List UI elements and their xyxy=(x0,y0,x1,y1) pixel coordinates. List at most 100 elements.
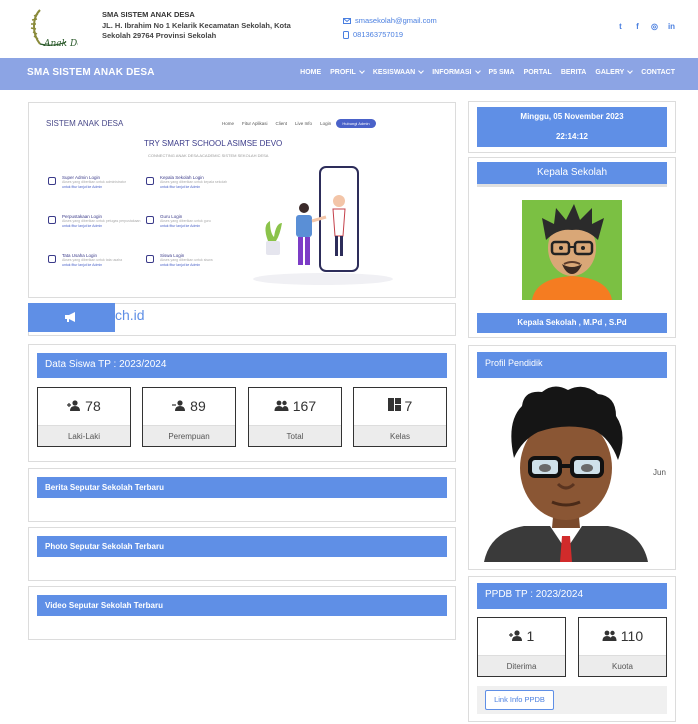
hero-nav: Home Fitur Aplikasi Client Live Info Log… xyxy=(222,121,331,126)
video-title: Video Seputar Sekolah Terbaru xyxy=(37,595,447,616)
phone-row[interactable]: 081363757019 xyxy=(343,28,437,42)
users-icon xyxy=(602,630,617,641)
hero-nav-item: Live Info xyxy=(295,121,313,126)
user-minus-icon xyxy=(172,400,186,411)
hero-item: Super Admin Login Akses yang diberikan un… xyxy=(62,175,127,189)
stat-kuota: 110 Kuota xyxy=(578,617,667,677)
linkedin-icon[interactable]: in xyxy=(667,22,676,31)
facebook-icon[interactable]: f xyxy=(633,22,642,31)
hero-image: SISTEM ANAK DESA Home Fitur Aplikasi Cli… xyxy=(38,111,448,291)
chevron-down-icon xyxy=(358,68,365,74)
stat-label: Diterima xyxy=(478,655,565,676)
datetime-display: Minggu, 05 November 2023 22:14:12 xyxy=(477,107,667,147)
stat-value: 7 xyxy=(354,398,446,414)
stat-total: 167 Total xyxy=(248,387,342,447)
student-icon xyxy=(146,255,154,263)
nav-item-p5-sma[interactable]: P5 SMA xyxy=(489,69,515,76)
kepala-sekolah-avatar[interactable] xyxy=(522,200,622,300)
hero-nav-item: Client xyxy=(275,121,288,126)
email-text: smasekolah@gmail.com xyxy=(355,16,437,25)
chevron-down-icon xyxy=(627,68,634,74)
email-row[interactable]: smasekolah@gmail.com xyxy=(343,14,437,28)
school-info: SMA SISTEM ANAK DESA JL. H. Ibrahim No 1… xyxy=(102,10,292,42)
hero-subtitle: CONNECTING ANAK DESA ACADEMIC SISTEM SEK… xyxy=(148,153,269,158)
nav-item-berita[interactable]: BERITA xyxy=(561,69,587,76)
hero-brand: SISTEM ANAK DESA xyxy=(46,119,124,128)
users-icon xyxy=(274,400,289,411)
announcement-text[interactable]: ch.id xyxy=(115,307,145,323)
svg-text:Anak Desa: Anak Desa xyxy=(43,39,78,49)
user-icon xyxy=(146,177,154,185)
contact-info: smasekolah@gmail.com 081363757019 xyxy=(343,14,437,42)
data-siswa-title: Data Siswa TP : 2023/2024 xyxy=(37,353,447,378)
teacher-icon xyxy=(146,216,154,224)
site-header: Anak Desa SMA SISTEM ANAK DESA JL. H. Ib… xyxy=(0,0,698,58)
hero-slider[interactable]: SISTEM ANAK DESA Home Fitur Aplikasi Cli… xyxy=(28,102,456,298)
current-time: 22:14:12 xyxy=(555,132,589,141)
stat-label: Total xyxy=(249,425,341,446)
stat-diterima: 1 Diterima xyxy=(477,617,566,677)
school-name: SMA SISTEM ANAK DESA xyxy=(102,10,195,19)
grid-icon xyxy=(387,398,401,411)
instagram-icon[interactable]: ◎ xyxy=(650,22,659,31)
profil-pendidik-title: Profil Pendidik xyxy=(477,352,667,378)
stat-label: Kelas xyxy=(354,425,446,446)
stat-value: 110 xyxy=(579,628,666,644)
social-links: t f ◎ in xyxy=(616,22,676,31)
main-navbar: SMA SISTEM ANAK DESA HOME PROFIL KESISWA… xyxy=(0,58,698,90)
hero-item: Tata Usaha Login Akses yang diberikan unt… xyxy=(62,253,123,267)
hero-nav-item: Fitur Aplikasi xyxy=(242,121,268,126)
book-icon xyxy=(48,216,56,224)
kepala-sekolah-title: Kepala Sekolah xyxy=(477,162,667,187)
chevron-down-icon xyxy=(474,68,481,74)
current-date: Minggu, 05 November 2023 xyxy=(520,112,624,121)
photo-title: Photo Seputar Sekolah Terbaru xyxy=(37,536,447,557)
nav-item-kesiswaan[interactable]: KESISWAAN xyxy=(373,68,425,76)
profil-pendidik-avatar[interactable] xyxy=(484,386,648,562)
stat-value: 89 xyxy=(143,398,235,414)
ppdb-link-button[interactable]: Link Info PPDB xyxy=(485,690,554,710)
hero-cta: Hubungi Admin xyxy=(336,119,376,128)
stat-value: 167 xyxy=(249,398,341,414)
ppdb-title: PPDB TP : 2023/2024 xyxy=(477,583,667,609)
stat-laki-laki: 78 Laki-Laki xyxy=(37,387,131,447)
nav-item-contact[interactable]: CONTACT xyxy=(641,69,675,76)
hero-illustration xyxy=(253,166,393,285)
megaphone-icon xyxy=(65,312,75,322)
hero-item: Perpustakaan Login Akses yang diberikan u… xyxy=(62,214,141,228)
shield-icon xyxy=(48,177,56,185)
school-logo[interactable]: Anak Desa xyxy=(26,4,78,54)
nav-menu: HOME PROFIL KESISWAAN INFORMASI P5 SMA P… xyxy=(300,68,675,76)
nav-item-home[interactable]: HOME xyxy=(300,69,321,76)
user-plus-icon xyxy=(508,630,522,641)
mail-icon xyxy=(343,18,351,24)
announcement-label xyxy=(28,303,115,332)
stat-label: Kuota xyxy=(579,655,666,676)
phone-icon xyxy=(343,31,349,39)
hero-headline: TRY SMART SCHOOL ASIMSE DEVO xyxy=(144,139,283,148)
stat-value: 1 xyxy=(478,628,565,644)
hero-nav-item: Login xyxy=(320,121,332,126)
navbar-brand[interactable]: SMA SISTEM ANAK DESA xyxy=(27,67,155,78)
stat-value: 78 xyxy=(38,398,130,414)
nav-item-galery[interactable]: GALERY xyxy=(595,68,634,76)
user-plus-icon xyxy=(67,400,81,411)
nav-item-profil[interactable]: PROFIL xyxy=(330,68,365,76)
hero-nav-item: Home xyxy=(222,121,235,126)
phone-text: 081363757019 xyxy=(353,30,404,39)
stat-kelas: 7 Kelas xyxy=(353,387,447,447)
hero-item: Kepala Sekolah Login Akses yang diberikan… xyxy=(160,175,228,189)
hero-item: Guru Login Akses yang diberikan untuk gur… xyxy=(160,214,211,228)
nav-item-informasi[interactable]: INFORMASI xyxy=(432,68,481,76)
stat-label: Perempuan xyxy=(143,425,235,446)
twitter-icon[interactable]: t xyxy=(616,22,625,31)
stat-perempuan: 89 Perempuan xyxy=(142,387,236,447)
profil-caption: Jun xyxy=(653,468,666,477)
chevron-down-icon xyxy=(418,68,425,74)
berita-title: Berita Seputar Sekolah Terbaru xyxy=(37,477,447,498)
gear-icon xyxy=(48,255,56,263)
nav-item-portal[interactable]: PORTAL xyxy=(524,69,552,76)
stat-label: Laki-Laki xyxy=(38,425,130,446)
school-address: JL. H. Ibrahim No 1 Kelarik Kecamatan Se… xyxy=(102,20,291,41)
kepala-sekolah-name: Kepala Sekolah , M.Pd , S.Pd xyxy=(477,313,667,333)
